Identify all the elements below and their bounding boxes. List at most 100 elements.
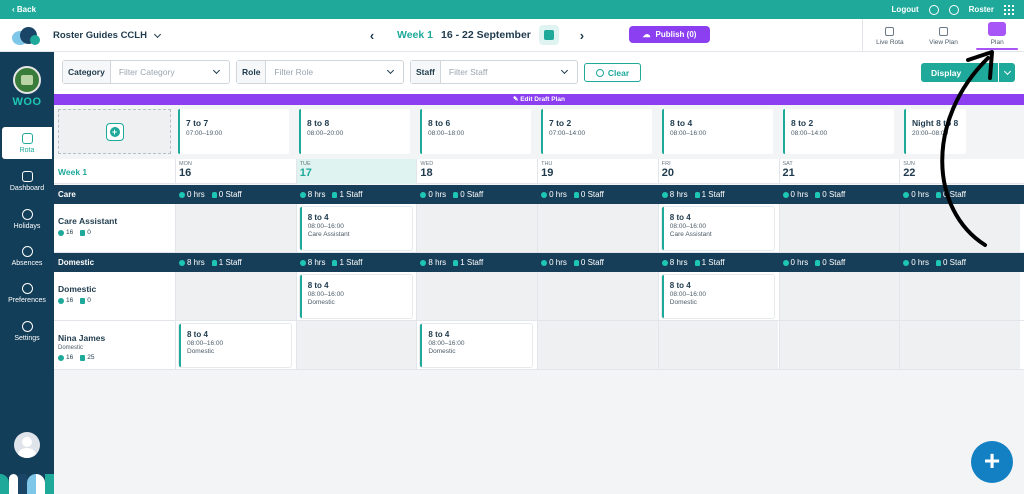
person-icon bbox=[211, 259, 217, 266]
sidebar-item-settings[interactable]: Settings bbox=[0, 315, 54, 347]
day-date: 18 bbox=[420, 167, 433, 179]
shift-cell[interactable]: 8 to 4 08:00–16:00 Domestic bbox=[295, 272, 417, 320]
user-name[interactable]: Roster bbox=[969, 5, 994, 14]
document-icon bbox=[80, 354, 86, 361]
display-dropdown-toggle[interactable] bbox=[999, 63, 1015, 82]
day-date: 22 bbox=[903, 167, 916, 179]
next-week-button[interactable]: › bbox=[575, 28, 589, 43]
shift-card[interactable]: 8 to 4 08:00–16:00 Domestic bbox=[299, 275, 412, 318]
display-button[interactable]: Display bbox=[921, 63, 998, 82]
org-selector[interactable]: Roster Guides CCLH bbox=[53, 30, 162, 41]
empty-cell[interactable] bbox=[175, 204, 296, 252]
clock-icon bbox=[58, 354, 64, 361]
filter-label: Category bbox=[63, 61, 111, 83]
employee-info[interactable]: Nina James Domestic 16 25 bbox=[54, 321, 175, 369]
empty-cell[interactable] bbox=[175, 272, 296, 320]
view-live-rota[interactable]: Live Rota bbox=[863, 19, 917, 51]
empty-cell[interactable] bbox=[657, 321, 779, 369]
empty-cell[interactable] bbox=[899, 321, 1020, 369]
empty-cell[interactable] bbox=[416, 204, 538, 252]
sidebar-item-rota[interactable]: Rota bbox=[2, 127, 52, 159]
person-icon bbox=[935, 191, 941, 198]
logout-icon[interactable] bbox=[928, 4, 939, 15]
empty-cell[interactable] bbox=[537, 321, 658, 369]
shift-template[interactable]: 8 to 2 08:00–14:00 bbox=[783, 109, 894, 154]
user-avatar[interactable] bbox=[14, 432, 40, 458]
clear-button[interactable]: Clear bbox=[584, 63, 641, 82]
week-title: Week 1 bbox=[58, 167, 88, 177]
shift-card[interactable]: 8 to 4 08:00–16:00 Care Assistant bbox=[661, 207, 774, 250]
edit-draft-plan-bar[interactable]: ✎ Edit Draft Plan bbox=[54, 94, 1024, 105]
shift-card[interactable]: 8 to 4 08:00–16:00 Domestic bbox=[179, 324, 291, 367]
day-header-sun[interactable]: SUN 22 bbox=[899, 159, 1020, 184]
empty-cell[interactable] bbox=[778, 204, 900, 252]
back-link[interactable]: ‹ Back bbox=[12, 5, 36, 14]
shift-template-title: 7 to 2 bbox=[549, 118, 572, 128]
shift-cell[interactable]: 8 to 4 08:00–16:00 Domestic bbox=[175, 321, 296, 369]
day-header-mon[interactable]: MON 16 bbox=[175, 159, 296, 184]
shift-card[interactable]: 8 to 4 08:00–16:00 Care Assistant bbox=[299, 207, 412, 250]
employee-info[interactable]: Domestic 16 0 bbox=[54, 272, 175, 320]
shift-cell[interactable]: 8 to 4 08:00–16:00 Domestic bbox=[416, 321, 537, 369]
calendar-picker-button[interactable] bbox=[538, 25, 559, 45]
logout-button[interactable]: Logout bbox=[892, 5, 919, 14]
shift-card[interactable]: 8 to 4 08:00–16:00 Domestic bbox=[420, 324, 533, 367]
day-header-thu[interactable]: THU 19 bbox=[537, 159, 658, 184]
filter-label: Staff bbox=[411, 61, 441, 83]
day-header-fri[interactable]: FRI 20 bbox=[657, 159, 779, 184]
sidebar-item-absences[interactable]: Absences bbox=[0, 240, 54, 272]
shift-template[interactable]: 7 to 2 07:00–14:00 bbox=[541, 109, 652, 154]
empty-cell[interactable] bbox=[778, 272, 900, 320]
org-avatar[interactable] bbox=[13, 66, 41, 94]
shift-cell[interactable]: 8 to 4 08:00–16:00 Care Assistant bbox=[295, 204, 417, 252]
shift-template[interactable]: 7 to 7 07:00–19:00 bbox=[178, 109, 289, 154]
empty-cell[interactable] bbox=[416, 272, 538, 320]
sidebar-item-dashboard[interactable]: Dashboard bbox=[0, 165, 54, 197]
shift-time: 08:00–16:00 bbox=[669, 223, 706, 230]
shift-title: 8 to 4 bbox=[187, 330, 208, 339]
view-view-plan[interactable]: View Plan bbox=[917, 19, 971, 51]
empty-cell[interactable] bbox=[778, 321, 900, 369]
day-header-tue[interactable]: TUE 17 bbox=[295, 159, 417, 184]
day-header-sat[interactable]: SAT 21 bbox=[778, 159, 900, 184]
metric-count: 25 bbox=[87, 354, 95, 361]
role-filter[interactable]: Role Filter Role bbox=[236, 60, 404, 84]
gear-icon[interactable] bbox=[948, 4, 959, 15]
stat-staff: 0 Staff bbox=[460, 190, 484, 199]
stat-hours: 8 hrs bbox=[669, 258, 688, 267]
apps-grid-icon[interactable] bbox=[1004, 4, 1014, 15]
empty-cell[interactable] bbox=[295, 321, 417, 369]
add-button[interactable]: + bbox=[105, 122, 124, 141]
category-filter[interactable]: Category Filter Category bbox=[62, 60, 230, 84]
shift-template[interactable]: Night 8 to 8 20:00–08:00 bbox=[904, 109, 966, 154]
group-stat: 8 hrs 1 Staff bbox=[179, 258, 242, 267]
sidebar-item-holidays[interactable]: Holidays bbox=[0, 203, 54, 235]
shift-title: 8 to 4 bbox=[307, 213, 329, 222]
prev-week-button[interactable]: ‹ bbox=[365, 28, 379, 43]
publish-button[interactable]: ☁ Publish (0) bbox=[629, 26, 710, 43]
add-shift-template[interactable]: + bbox=[58, 109, 171, 154]
clear-label: Clear bbox=[607, 67, 630, 78]
staff-filter[interactable]: Staff Filter Staff bbox=[410, 60, 578, 84]
employee-info[interactable]: Care Assistant 16 0 bbox=[54, 204, 175, 252]
shift-template-title: 8 to 2 bbox=[791, 118, 814, 128]
empty-cell[interactable] bbox=[899, 204, 1020, 252]
shift-template[interactable]: 8 to 4 08:00–16:00 bbox=[662, 109, 773, 154]
shift-template[interactable]: 8 to 8 08:00–20:00 bbox=[299, 109, 410, 154]
empty-cell[interactable] bbox=[537, 204, 658, 252]
metric-count: 0 bbox=[87, 229, 91, 236]
empty-cell[interactable] bbox=[537, 272, 658, 320]
shift-template[interactable]: 8 to 6 08:00–18:00 bbox=[420, 109, 531, 154]
view-plan[interactable]: Plan bbox=[970, 19, 1024, 51]
shift-cell[interactable]: 8 to 4 08:00–16:00 Care Assistant bbox=[657, 204, 779, 252]
shift-card[interactable]: 8 to 4 08:00–16:00 Domestic bbox=[661, 275, 774, 318]
group-stat: 0 hrs 0 Staff bbox=[782, 258, 845, 267]
sidebar-item-label: Rota bbox=[19, 146, 35, 154]
filter-placeholder: Filter Category bbox=[118, 67, 175, 77]
stat-staff: 1 Staff bbox=[701, 190, 725, 199]
day-header-wed[interactable]: WED 18 bbox=[416, 159, 537, 184]
add-fab-button[interactable]: + bbox=[971, 441, 1013, 483]
empty-cell[interactable] bbox=[899, 272, 1020, 320]
sidebar-item-preferences[interactable]: Preferences bbox=[0, 277, 54, 309]
shift-cell[interactable]: 8 to 4 08:00–16:00 Domestic bbox=[657, 272, 779, 320]
